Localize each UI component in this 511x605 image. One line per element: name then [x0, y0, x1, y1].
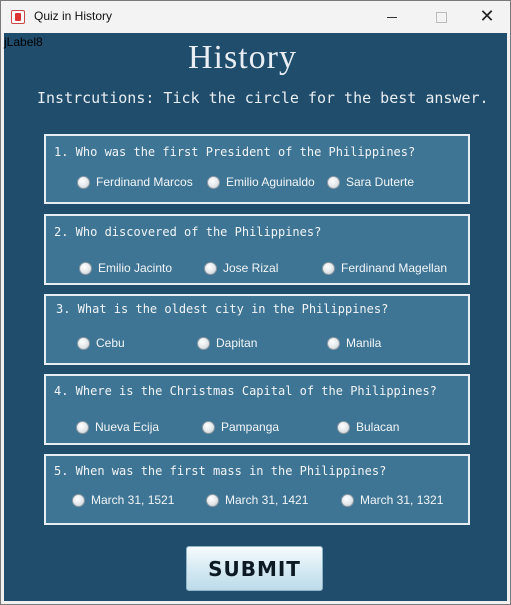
option-label: Pampanga — [221, 420, 280, 434]
radio-button[interactable] — [204, 261, 217, 275]
radio-option[interactable]: March 31, 1321 — [341, 493, 443, 507]
question-text: 3. What is the oldest city in the Philip… — [56, 302, 389, 316]
radio-button[interactable] — [79, 261, 92, 275]
radio-option[interactable]: Emilio Aguinaldo — [207, 175, 315, 189]
option-label: March 31, 1421 — [225, 493, 309, 507]
question-card-4: 4. Where is the Christmas Capital of the… — [44, 374, 470, 445]
radio-option[interactable]: Nueva Ecija — [76, 420, 159, 434]
option-label: Nueva Ecija — [95, 420, 160, 434]
maximize-button[interactable] — [418, 1, 464, 33]
radio-option[interactable]: Ferdinand Magellan — [322, 261, 447, 275]
question-text: 5. When was the first mass in the Philip… — [54, 464, 387, 478]
option-label: March 31, 1521 — [91, 493, 175, 507]
java-app-icon — [11, 10, 25, 24]
page-title: History — [188, 39, 297, 76]
close-icon: ✕ — [479, 6, 495, 27]
question-card-1: 1. Who was the first President of the Ph… — [44, 134, 470, 204]
title-bar[interactable]: Quiz in History ✕ — [1, 1, 510, 33]
question-text: 4. Where is the Christmas Capital of the… — [54, 384, 437, 398]
question-text: 1. Who was the first President of the Ph… — [54, 145, 416, 159]
option-label: Emilio Aguinaldo — [226, 175, 315, 189]
radio-button[interactable] — [327, 175, 340, 189]
option-label: Cebu — [96, 336, 125, 350]
minimize-button[interactable] — [369, 1, 415, 33]
radio-button[interactable] — [337, 420, 350, 434]
radio-option[interactable]: Jose Rizal — [204, 261, 278, 275]
radio-button[interactable] — [77, 336, 90, 350]
radio-option[interactable]: Bulacan — [337, 420, 399, 434]
option-label: Dapitan — [216, 336, 258, 350]
submit-button[interactable]: SUBMIT — [186, 546, 323, 591]
option-label: Ferdinand Magellan — [341, 261, 448, 275]
option-label: Manila — [346, 336, 382, 350]
question-card-3: 3. What is the oldest city in the Philip… — [44, 294, 470, 365]
radio-button[interactable] — [322, 261, 335, 275]
option-label: Ferdinand Marcos — [96, 175, 193, 189]
radio-button[interactable] — [72, 493, 85, 507]
radio-button[interactable] — [202, 420, 215, 434]
option-label: Sara Duterte — [346, 175, 415, 189]
radio-option[interactable]: Emilio Jacinto — [79, 261, 172, 275]
question-card-2: 2. Who discovered of the Philippines? Em… — [44, 214, 470, 285]
maximize-icon — [435, 11, 447, 23]
radio-option[interactable]: Manila — [327, 336, 381, 350]
question-card-5: 5. When was the first mass in the Philip… — [44, 454, 470, 525]
option-label: Bulacan — [356, 420, 400, 434]
close-button[interactable]: ✕ — [464, 1, 510, 33]
radio-option[interactable]: Sara Duterte — [327, 175, 414, 189]
question-text: 2. Who discovered of the Philippines? — [54, 225, 322, 239]
radio-button[interactable] — [77, 175, 90, 189]
app-window: Quiz in History ✕ jLabel8 History Instrc… — [0, 0, 511, 605]
radio-button[interactable] — [341, 493, 354, 507]
option-label: March 31, 1321 — [360, 493, 444, 507]
radio-button[interactable] — [327, 336, 340, 350]
radio-option[interactable]: March 31, 1421 — [206, 493, 308, 507]
radio-option[interactable]: Ferdinand Marcos — [77, 175, 193, 189]
option-label: Emilio Jacinto — [98, 261, 173, 275]
instructions-text: Instrcutions: Tick the circle for the be… — [37, 89, 489, 107]
radio-button[interactable] — [197, 336, 210, 350]
radio-option[interactable]: Dapitan — [197, 336, 257, 350]
radio-button[interactable] — [76, 420, 89, 434]
window-title: Quiz in History — [34, 9, 113, 23]
quiz-panel: jLabel8 History Instrcutions: Tick the c… — [4, 33, 507, 601]
radio-button[interactable] — [206, 493, 219, 507]
radio-button[interactable] — [207, 175, 220, 189]
radio-option[interactable]: Cebu — [77, 336, 125, 350]
option-label: Jose Rizal — [223, 261, 279, 275]
minimize-icon — [387, 16, 397, 18]
radio-option[interactable]: Pampanga — [202, 420, 279, 434]
radio-option[interactable]: March 31, 1521 — [72, 493, 174, 507]
